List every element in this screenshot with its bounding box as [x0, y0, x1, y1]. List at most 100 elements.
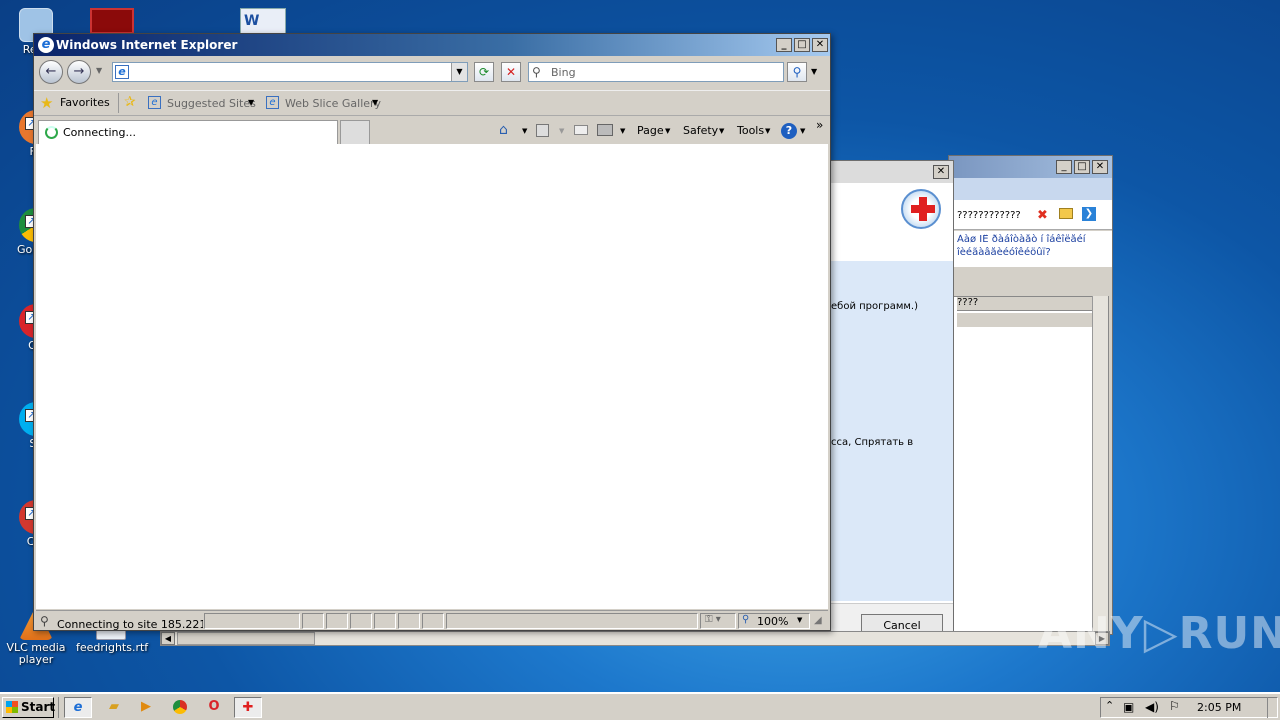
search-placeholder: Bing — [551, 66, 576, 79]
status-page-icon: ⚲ — [40, 614, 49, 628]
show-desktop-button[interactable] — [1267, 697, 1277, 718]
network-icon[interactable]: ▣ — [1123, 700, 1134, 714]
taskbar-opera-icon[interactable]: O — [200, 697, 228, 718]
safety-menu[interactable]: Safety — [683, 124, 718, 138]
desktop-icon-label: feedrights.rtf — [76, 641, 149, 654]
close-button[interactable]: ✕ — [933, 165, 949, 179]
new-tab-button[interactable] — [340, 120, 370, 144]
recent-pages-dropdown[interactable]: ▼ — [96, 66, 102, 75]
page-menu-dropdown[interactable]: ▼ — [665, 127, 670, 135]
ie-logo-icon: e — [38, 37, 54, 53]
feeds-icon[interactable] — [536, 124, 549, 137]
maximize-button[interactable]: □ — [794, 38, 810, 52]
close-button[interactable]: ✕ — [1092, 160, 1108, 174]
forward-button[interactable]: → — [67, 60, 91, 84]
suggested-sites-link[interactable]: Suggested Sites — [167, 97, 256, 111]
start-label: Start — [21, 700, 56, 714]
start-button[interactable]: Start — [2, 697, 56, 718]
protected-mode-indicator[interactable]: ⚿ ▾ — [700, 613, 736, 629]
help-dropdown[interactable]: ▼ — [800, 127, 805, 135]
toolbar-label: ???????????? — [957, 210, 1021, 221]
ie-title-bar[interactable]: e Windows Internet Explorer _ □ ✕ — [34, 34, 830, 56]
zoom-control[interactable]: ⚲ 100% ▼ — [738, 613, 810, 629]
zoom-level: 100% — [757, 615, 789, 628]
suggested-sites-icon: e — [148, 96, 161, 109]
anyrun-watermark: ANY▷RUN — [1038, 608, 1280, 659]
web-content-area[interactable] — [36, 144, 828, 609]
pdf-file-icon[interactable] — [90, 8, 134, 34]
taskbar: Start e ▰ ▶ O ✚ ⌃ ▣ ◀) ⚐ 2:05 PM — [0, 692, 1280, 720]
mail-icon[interactable] — [574, 125, 588, 135]
page-menu[interactable]: Page — [637, 124, 664, 138]
stop-button[interactable]: ✕ — [501, 62, 521, 82]
print-icon[interactable] — [597, 124, 613, 136]
minimize-button[interactable]: _ — [776, 38, 792, 52]
address-bar[interactable]: e ▼ — [112, 62, 468, 82]
show-hidden-icons-icon[interactable]: ⌃ — [1105, 699, 1114, 712]
web-slice-gallery-link[interactable]: Web Slice Gallery — [285, 97, 381, 111]
taskbar-chrome-icon[interactable] — [166, 697, 194, 718]
safety-menu-dropdown[interactable]: ▼ — [719, 127, 724, 135]
clock[interactable]: 2:05 PM — [1197, 701, 1241, 714]
loading-spinner-icon — [45, 126, 58, 139]
feeds-dropdown[interactable]: ▼ — [559, 127, 564, 135]
info-line-2: îèéãàâåèéóîêéöûï? — [957, 247, 1051, 258]
list-view[interactable] — [953, 296, 1109, 632]
status-text: Connecting to site 185.221.1๗ — [57, 618, 203, 631]
forward-icon[interactable]: ❯ — [1082, 207, 1096, 221]
desktop-icon-label: VLC media player — [6, 641, 66, 666]
dialog-text-2: сса, Спрятать в — [831, 437, 914, 448]
favorites-button[interactable]: Favorites — [60, 96, 110, 110]
search-options-dropdown[interactable]: ▼ — [811, 67, 817, 76]
horizontal-scrollbar[interactable]: ◀ ▶ — [160, 631, 1110, 646]
column-header[interactable]: ???? — [957, 297, 1097, 311]
refresh-button[interactable]: ⟳ — [474, 62, 494, 82]
home-icon[interactable]: ⌂ — [499, 122, 508, 138]
maximize-button[interactable]: □ — [1074, 160, 1090, 174]
web-slice-dropdown[interactable]: ▼ — [372, 98, 378, 107]
tools-menu[interactable]: Tools — [737, 124, 764, 138]
dialog-text-1: ебой программ.) — [831, 301, 919, 312]
tools-menu-dropdown[interactable]: ▼ — [765, 127, 770, 135]
tab-title: Connecting... — [63, 126, 136, 139]
internet-explorer-window[interactable]: e Windows Internet Explorer _ □ ✕ ← → ▼ … — [33, 33, 831, 631]
taskbar-media-player-icon[interactable]: ▶ — [132, 697, 160, 718]
status-bar: ⚲ Connecting to site 185.221.1๗ ⚿ ▾ ⚲ 10… — [36, 610, 828, 631]
zoom-icon: ⚲ — [742, 614, 750, 625]
suggested-sites-dropdown[interactable]: ▼ — [248, 98, 254, 107]
window-title: Windows Internet Explorer — [56, 38, 238, 52]
volume-icon[interactable]: ◀) — [1145, 700, 1159, 714]
taskbar-explorer-icon[interactable]: ▰ — [100, 697, 128, 718]
address-dropdown[interactable]: ▼ — [451, 63, 467, 81]
info-line-1: Ààø IÊ ðàáîòàåò í îáêîëåéí — [957, 234, 1086, 245]
system-tray: ⌃ ▣ ◀) ⚐ 2:05 PM — [1100, 697, 1278, 718]
taskbar-ie-icon[interactable]: e — [64, 697, 92, 718]
web-slice-icon: e — [266, 96, 279, 109]
lock-icon: ⚿ ▾ — [705, 614, 721, 625]
taskbar-app-icon[interactable]: ✚ — [234, 697, 262, 718]
print-dropdown[interactable]: ▼ — [620, 127, 625, 135]
help-icon[interactable]: ? — [781, 123, 797, 139]
background-dialog[interactable]: ✕ ебой программ.) сса, Спрятать в Cancel — [828, 160, 954, 639]
chevron-more-icon[interactable]: » — [816, 118, 823, 132]
add-to-favorites-icon[interactable]: ✰ — [124, 94, 136, 110]
search-box[interactable]: ⚲ Bing — [528, 62, 784, 82]
resize-grip-icon[interactable]: ◢ — [814, 615, 822, 626]
word-file-icon[interactable]: W — [240, 8, 286, 34]
favorites-star-icon[interactable]: ★ — [40, 94, 53, 112]
windows-logo-icon — [6, 701, 18, 713]
search-icon: ⚲ — [532, 65, 541, 79]
medical-cross-icon — [901, 189, 941, 229]
action-center-flag-icon[interactable]: ⚐ — [1169, 699, 1180, 713]
folder-icon[interactable] — [1059, 208, 1073, 219]
zoom-dropdown[interactable]: ▼ — [797, 616, 802, 624]
minimize-button[interactable]: _ — [1056, 160, 1072, 174]
close-button[interactable]: ✕ — [812, 38, 828, 52]
browser-tab[interactable]: Connecting... — [38, 120, 338, 144]
vertical-scrollbar[interactable] — [1092, 296, 1108, 632]
delete-icon[interactable]: ✖ — [1037, 208, 1048, 223]
back-button[interactable]: ← — [39, 60, 63, 84]
background-app-window[interactable]: _ □ ✕ ???????????? ✖ ❯ Ààø IÊ ðàáîòàåò í… — [948, 155, 1113, 635]
search-button[interactable]: ⚲ — [787, 62, 807, 82]
home-dropdown[interactable]: ▼ — [522, 127, 527, 135]
